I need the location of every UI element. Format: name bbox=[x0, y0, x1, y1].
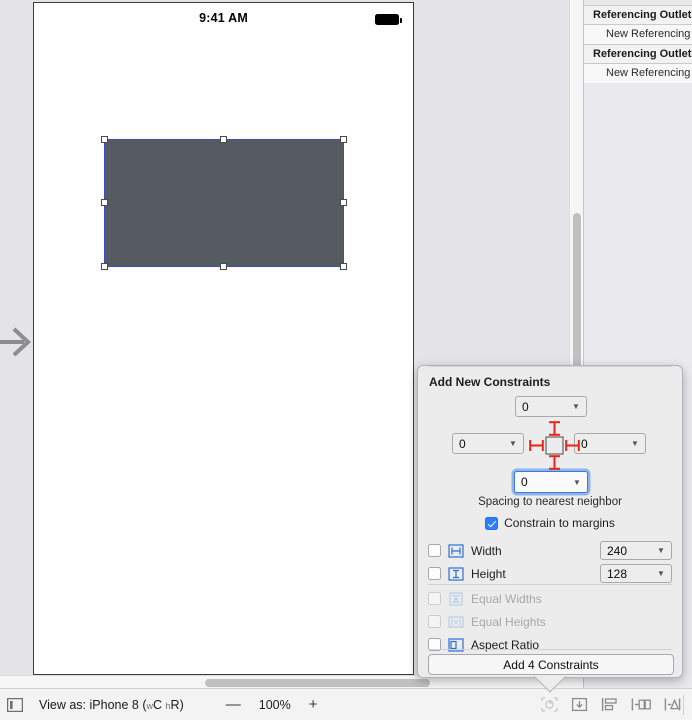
status-bar: 9:41 AM bbox=[34, 3, 413, 32]
canvas-horizontal-scrollbar-thumb[interactable] bbox=[205, 679, 430, 687]
equal-heights-icon bbox=[448, 615, 464, 629]
spacing-top-combo[interactable]: 0 ▼ bbox=[515, 396, 587, 417]
height-icon bbox=[448, 567, 464, 581]
constraint-row-aspect-ratio[interactable]: Aspect Ratio bbox=[428, 634, 672, 655]
selected-uiview[interactable] bbox=[104, 139, 344, 267]
auto-layout-toolbar[interactable] bbox=[541, 697, 684, 712]
popover-divider-2 bbox=[428, 584, 672, 585]
resize-handle-middle-right[interactable] bbox=[340, 199, 347, 206]
equal-heights-checkbox bbox=[428, 615, 441, 628]
constrain-to-margins-label: Constrain to margins bbox=[504, 516, 615, 530]
new-referencing-outlet-collection-row[interactable]: New Referencing Outlet Collection bbox=[584, 64, 692, 83]
zoom-out-button[interactable]: — bbox=[226, 696, 241, 713]
chevron-down-icon[interactable]: ▼ bbox=[571, 478, 587, 487]
resize-handle-top-center[interactable] bbox=[220, 136, 227, 143]
update-frames-icon bbox=[541, 697, 558, 712]
add-constraints-button[interactable]: Add 4 Constraints bbox=[428, 654, 674, 675]
size-class-group: (wC hR) bbox=[142, 698, 183, 712]
zoom-in-button[interactable]: + bbox=[309, 696, 318, 713]
constraint-row-equal-widths: Equal Widths bbox=[428, 588, 672, 609]
battery-icon bbox=[375, 14, 399, 25]
strut-left-icon bbox=[530, 440, 543, 451]
chevron-down-icon[interactable]: ▼ bbox=[570, 402, 586, 411]
popover-tail bbox=[534, 676, 566, 694]
chevron-down-icon[interactable]: ▼ bbox=[655, 569, 671, 578]
spacing-left-combo[interactable]: 0 ▼ bbox=[452, 433, 524, 454]
height-label: Height bbox=[471, 567, 593, 581]
view-as-prefix: View as: bbox=[39, 698, 86, 712]
strut-bottom-icon bbox=[549, 456, 560, 469]
constraint-row-equal-heights: Equal Heights bbox=[428, 611, 672, 632]
left-panel-toggle-icon[interactable] bbox=[7, 698, 23, 712]
entry-point-arrow-icon bbox=[0, 322, 34, 362]
resolve-issues-icon[interactable] bbox=[664, 697, 684, 712]
chevron-down-icon[interactable]: ▼ bbox=[655, 546, 671, 555]
spacing-top-value: 0 bbox=[516, 400, 570, 414]
constraint-row-width[interactable]: Width 240 ▼ bbox=[428, 540, 672, 561]
equal-widths-checkbox bbox=[428, 592, 441, 605]
resize-handle-bottom-right[interactable] bbox=[340, 263, 347, 270]
equal-widths-label: Equal Widths bbox=[471, 592, 672, 606]
canvas-bottom-toolbar[interactable]: View as: iPhone 8 (wC hR) — 100% + bbox=[0, 688, 692, 720]
width-value-combo[interactable]: 240 ▼ bbox=[600, 541, 672, 560]
device-canvas-iphone8[interactable]: 9:41 AM bbox=[33, 2, 414, 675]
spacing-caption: Spacing to nearest neighbor bbox=[418, 496, 682, 508]
strut-top-icon bbox=[549, 422, 560, 435]
align-icon[interactable] bbox=[601, 697, 618, 712]
popover-title: Add New Constraints bbox=[429, 375, 550, 389]
spacing-left-value: 0 bbox=[453, 437, 507, 451]
view-as-label[interactable]: View as: iPhone 8 (wC hR) bbox=[39, 698, 184, 712]
constrain-to-margins-checkbox[interactable] bbox=[485, 517, 498, 530]
referencing-outlets-header: Referencing Outlets bbox=[584, 6, 692, 24]
toolbar-separator bbox=[683, 695, 684, 715]
referencing-outlet-collections-header: Referencing Outlet Collections bbox=[584, 45, 692, 63]
resize-handle-bottom-center[interactable] bbox=[220, 263, 227, 270]
referencing-outlet-collections-section: Referencing Outlet Collections bbox=[584, 44, 692, 64]
height-value: 128 bbox=[601, 567, 655, 581]
resize-handle-bottom-left[interactable] bbox=[101, 263, 108, 270]
spacing-bottom-value: 0 bbox=[515, 475, 571, 489]
inspector-bottom-gap bbox=[584, 83, 692, 87]
strut-right-icon bbox=[566, 440, 579, 451]
width-icon bbox=[448, 544, 464, 558]
zoom-level-label: 100% bbox=[259, 698, 291, 712]
chevron-down-icon[interactable]: ▼ bbox=[629, 439, 645, 448]
equal-heights-label: Equal Heights bbox=[471, 615, 672, 629]
resize-handle-top-left[interactable] bbox=[101, 136, 108, 143]
constrain-to-margins-row[interactable]: Constrain to margins bbox=[418, 516, 682, 530]
chevron-down-icon[interactable]: ▼ bbox=[507, 439, 523, 448]
width-label: Width bbox=[471, 544, 593, 558]
zoom-controls[interactable]: — 100% + bbox=[226, 696, 318, 713]
new-referencing-outlet-row[interactable]: New Referencing Outlet bbox=[584, 25, 692, 44]
popover-divider-3 bbox=[428, 649, 672, 650]
spacing-right-combo[interactable]: 0 ▼ bbox=[574, 433, 646, 454]
view-as-device: iPhone 8 bbox=[90, 698, 139, 712]
equal-widths-icon bbox=[448, 592, 464, 606]
constraint-row-height[interactable]: Height 128 ▼ bbox=[428, 563, 672, 584]
referencing-outlets-section: Referencing Outlets bbox=[584, 5, 692, 25]
width-value: 240 bbox=[601, 544, 655, 558]
pin-constraints-icon[interactable] bbox=[631, 697, 651, 712]
popover-divider-1 bbox=[428, 366, 672, 367]
resize-handle-middle-left[interactable] bbox=[101, 199, 108, 206]
height-checkbox[interactable] bbox=[428, 567, 441, 580]
add-new-constraints-popover[interactable]: Add New Constraints 0 ▼ 0 ▼ 0 ▼ 0 ▼ bbox=[417, 365, 683, 678]
resize-handle-top-right[interactable] bbox=[340, 136, 347, 143]
status-bar-time: 9:41 AM bbox=[34, 11, 413, 25]
embed-in-icon[interactable] bbox=[571, 697, 588, 712]
constraint-struts-widget[interactable] bbox=[526, 421, 582, 471]
width-checkbox[interactable] bbox=[428, 544, 441, 557]
size-class-w: C bbox=[153, 698, 162, 712]
spacing-bottom-combo[interactable]: 0 ▼ bbox=[514, 471, 588, 493]
size-class-h: R bbox=[171, 698, 180, 712]
height-value-combo[interactable]: 128 ▼ bbox=[600, 564, 672, 583]
spacing-right-value: 0 bbox=[575, 437, 629, 451]
